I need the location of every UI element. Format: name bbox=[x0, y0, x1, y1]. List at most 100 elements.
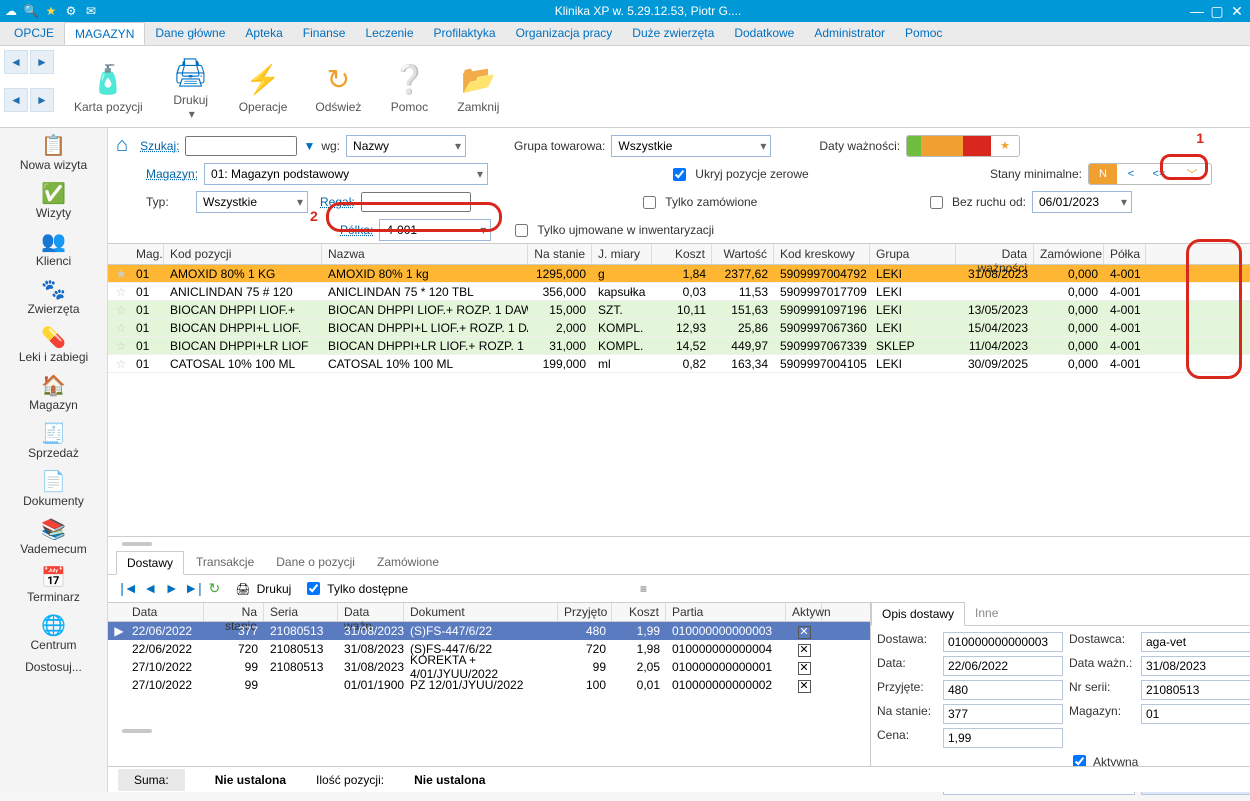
input-regal[interactable] bbox=[361, 192, 471, 212]
active-check-icon[interactable]: ✕ bbox=[798, 662, 811, 675]
star-toggle-icon[interactable]: ☆ bbox=[112, 321, 130, 335]
mail-icon[interactable]: ✉ bbox=[84, 4, 98, 18]
table-row[interactable]: ☆01ANICLINDAN 75 # 120ANICLINDAN 75 * 12… bbox=[108, 283, 1250, 301]
chk-ukryj-zerowe[interactable] bbox=[673, 168, 686, 181]
nav-magazyn[interactable]: 🏠Magazyn bbox=[0, 368, 107, 416]
delivery-row[interactable]: 27/10/20229901/01/1900PZ 12/01/JYUU/2022… bbox=[108, 676, 870, 694]
nav-zwierzeta[interactable]: 🐾Zwierzęta bbox=[0, 272, 107, 320]
ribbon-operacje[interactable]: ⚡ Operacje bbox=[225, 46, 302, 127]
menu-dane-glowne[interactable]: Dane główne bbox=[145, 22, 235, 45]
daty-star-icon[interactable]: ★ bbox=[991, 136, 1019, 156]
chk-tylko-zamowione[interactable] bbox=[643, 196, 656, 209]
search-icon[interactable]: 🔍 bbox=[24, 4, 38, 18]
pv-nrserii[interactable]: 21080513 bbox=[1141, 680, 1250, 700]
pv-nastanie[interactable]: 377 bbox=[943, 704, 1063, 724]
stany-lte-button[interactable]: <= bbox=[1145, 164, 1173, 184]
tab-transakcje[interactable]: Transakcje bbox=[186, 551, 264, 574]
cloud-icon[interactable]: ☁ bbox=[4, 4, 18, 18]
nav-left-icon[interactable]: ◄ bbox=[4, 88, 28, 112]
splitter-2[interactable] bbox=[108, 724, 870, 738]
maximize-icon[interactable]: ▢ bbox=[1208, 4, 1226, 18]
ptab-inne[interactable]: Inne bbox=[965, 602, 1008, 625]
active-check-icon[interactable]: ✕ bbox=[798, 680, 811, 693]
tab-dostawy[interactable]: Dostawy bbox=[116, 551, 184, 575]
table-row[interactable]: ☆01CATOSAL 10% 100 MLCATOSAL 10% 100 ML1… bbox=[108, 355, 1250, 373]
splitter-1[interactable] bbox=[108, 537, 1250, 551]
menu-leczenie[interactable]: Leczenie bbox=[355, 22, 423, 45]
ribbon-drukuj[interactable]: 🖨 Drukuj ▾ bbox=[157, 46, 225, 127]
house-chart-icon[interactable]: ⌂ bbox=[116, 134, 128, 157]
search-input[interactable] bbox=[185, 136, 297, 156]
deliveries-header[interactable]: Data Na stanie Seria Data ważn. Dokument… bbox=[108, 602, 870, 622]
pv-data[interactable]: 22/06/2022 bbox=[943, 656, 1063, 676]
menu-icon[interactable]: ≡ bbox=[640, 582, 647, 596]
menu-finanse[interactable]: Finanse bbox=[293, 22, 356, 45]
btn-drukuj2[interactable]: Drukuj bbox=[257, 582, 292, 596]
star-toggle-icon[interactable]: ☆ bbox=[112, 339, 130, 353]
refresh-small-icon[interactable]: ↻ bbox=[205, 580, 223, 597]
ribbon-odswiez[interactable]: ↻ Odśwież bbox=[301, 46, 375, 127]
table-row[interactable]: ☆01BIOCAN DHPPI+L LIOF.BIOCAN DHPPI+L LI… bbox=[108, 319, 1250, 337]
gear-icon[interactable]: ⚙ bbox=[64, 4, 78, 18]
table-row[interactable]: ★01AMOXID 80% 1 KGAMOXID 80% 1 kg1295,00… bbox=[108, 265, 1250, 283]
last-icon[interactable]: ►| bbox=[184, 580, 202, 596]
table-row[interactable]: ☆01BIOCAN DHPPI LIOF.+BIOCAN DHPPI LIOF.… bbox=[108, 301, 1250, 319]
ribbon-pomoc[interactable]: ❔ Pomoc bbox=[375, 46, 443, 127]
select-grupa[interactable]: Wszystkie bbox=[611, 135, 771, 157]
close-icon[interactable]: ✕ bbox=[1228, 4, 1246, 18]
menu-dodatkowe[interactable]: Dodatkowe bbox=[724, 22, 804, 45]
nav-terminarz[interactable]: 📅Terminarz bbox=[0, 560, 107, 608]
nav-dostosuj[interactable]: Dostosuj... bbox=[0, 656, 107, 678]
star-toggle-icon[interactable]: ★ bbox=[112, 267, 130, 281]
pv-magazyn[interactable]: 01 bbox=[1141, 704, 1250, 724]
active-check-icon[interactable]: ✕ bbox=[798, 644, 811, 657]
delivery-row[interactable]: 27/10/2022992108051331/08/2023KOREKTA + … bbox=[108, 658, 870, 676]
star-toggle-icon[interactable]: ☆ bbox=[112, 285, 130, 299]
stany-lt-button[interactable]: < bbox=[1117, 164, 1145, 184]
select-magazyn[interactable]: 01: Magazyn podstawowy bbox=[204, 163, 488, 185]
daty-orange-icon[interactable] bbox=[935, 136, 963, 156]
delivery-row[interactable]: ▶22/06/20223772108051331/08/2023(S)FS-44… bbox=[108, 622, 870, 640]
chk-inwentaryzacja[interactable] bbox=[515, 224, 528, 237]
menu-duze-zwierzeta[interactable]: Duże zwierzęta bbox=[622, 22, 724, 45]
star-toggle-icon[interactable]: ☆ bbox=[112, 357, 130, 371]
next-icon[interactable]: ► bbox=[163, 580, 181, 596]
star-icon[interactable]: ★ bbox=[44, 4, 58, 18]
tab-dane[interactable]: Dane o pozycji bbox=[266, 551, 365, 574]
chevron-down-icon[interactable]: ▾ bbox=[186, 107, 198, 121]
nav-right-icon[interactable]: ► bbox=[30, 88, 54, 112]
pv-przyjete[interactable]: 480 bbox=[943, 680, 1063, 700]
chk-bez-ruchu[interactable] bbox=[930, 196, 943, 209]
menu-administrator[interactable]: Administrator bbox=[804, 22, 895, 45]
minimize-icon[interactable]: — bbox=[1188, 4, 1206, 18]
chk-tylko-dostepne[interactable] bbox=[307, 582, 320, 595]
select-wg[interactable]: Nazwy bbox=[346, 135, 466, 157]
table-row[interactable]: ☆01BIOCAN DHPPI+LR LIOFBIOCAN DHPPI+LR L… bbox=[108, 337, 1250, 355]
ribbon-karta-pozycji[interactable]: 🧴 Karta pozycji bbox=[60, 46, 157, 127]
daty-red-icon[interactable] bbox=[963, 136, 991, 156]
nav-vademecum[interactable]: 📚Vademecum bbox=[0, 512, 107, 560]
nav-centrum[interactable]: 🌐Centrum bbox=[0, 608, 107, 656]
pv-cena[interactable]: 1,99 bbox=[943, 728, 1063, 748]
nav-dokumenty[interactable]: 📄Dokumenty bbox=[0, 464, 107, 512]
pv-dostawca[interactable]: aga-vet bbox=[1141, 632, 1250, 652]
menu-pomoc[interactable]: Pomoc bbox=[895, 22, 952, 45]
menu-organizacja[interactable]: Organizacja pracy bbox=[506, 22, 623, 45]
daty-buttons[interactable]: ★ bbox=[906, 135, 1020, 157]
tab-opcje[interactable]: OPCJE bbox=[4, 22, 64, 45]
select-polka[interactable]: 4-001 bbox=[379, 219, 491, 241]
date-bez-ruchu[interactable]: 06/01/2023 bbox=[1032, 191, 1132, 213]
menu-profilaktyka[interactable]: Profilaktyka bbox=[424, 22, 506, 45]
daty-green-icon[interactable] bbox=[907, 136, 935, 156]
tab-magazyn[interactable]: MAGAZYN bbox=[64, 22, 145, 45]
nav-nowa-wizyta[interactable]: 📋Nowa wizyta bbox=[0, 128, 107, 176]
prev-icon[interactable]: ◄ bbox=[141, 580, 159, 596]
first-icon[interactable]: |◄ bbox=[120, 580, 138, 596]
menu-apteka[interactable]: Apteka bbox=[235, 22, 292, 45]
pv-dwazn[interactable]: 31/08/2023 bbox=[1141, 656, 1250, 676]
pv-dostawa[interactable]: 010000000000003 bbox=[943, 632, 1063, 652]
tab-zamowione[interactable]: Zamówione bbox=[367, 551, 449, 574]
nav-sprzedaz[interactable]: 🧾Sprzedaż bbox=[0, 416, 107, 464]
nav-back-icon[interactable]: ◄ bbox=[4, 50, 28, 74]
stany-collapse-button[interactable]: ﹀ bbox=[1173, 164, 1211, 184]
